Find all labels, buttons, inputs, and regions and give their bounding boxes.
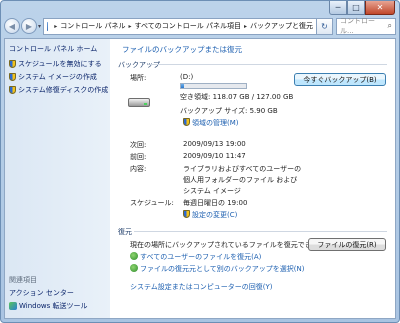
window: ─ □ ✕ ◀ ▶ ▾ ▸ コントロール パネル ▸ すべてのコントロール パネ… xyxy=(0,0,400,323)
disk-usage-bar xyxy=(180,83,247,89)
sidebar-item-label: システム イメージの作成 xyxy=(18,73,97,81)
drive-value: (D:) xyxy=(180,73,194,81)
search-input[interactable]: コントロール... ⌕ xyxy=(336,17,396,35)
breadcrumb-all-items[interactable]: すべてのコントロール パネル項目 xyxy=(135,21,241,31)
change-settings-link[interactable]: 設定の変更(C) xyxy=(183,210,237,220)
page-title: ファイルのバックアップまたは復元 xyxy=(122,45,242,54)
recover-system-link[interactable]: システム設定またはコンピューターの回復(Y) xyxy=(130,282,273,292)
related-header: 関連項目 xyxy=(9,276,37,284)
control-panel-home-link[interactable]: コントロール パネル ホーム xyxy=(9,44,97,54)
restore-section-title: 復元 xyxy=(118,228,132,236)
recent-pages-dropdown[interactable]: ▾ xyxy=(38,23,41,30)
shield-icon xyxy=(183,210,190,218)
main-panel: ファイルのバックアップまたは復元 バックアップ 場所: (D:) 今すぐバックア… xyxy=(110,39,395,318)
manage-space-link[interactable]: 領域の管理(M) xyxy=(183,118,239,128)
select-another-backup-label: ファイルの復元元として別のバックアップを選択(N) xyxy=(140,265,305,273)
restore-icon xyxy=(130,264,138,272)
sidebar-item-label: スケジュールを無効にする xyxy=(18,60,102,68)
restore-all-users-label: すべてのユーザーのファイルを復元(A) xyxy=(140,253,262,261)
shield-icon xyxy=(9,86,16,94)
action-center-link[interactable]: アクション センター xyxy=(9,288,74,298)
contents-line: システム イメージ xyxy=(183,187,241,195)
free-space-text: 空き領域: 118.07 GB / 127.00 GB xyxy=(180,93,294,101)
breadcrumb-backup-restore[interactable]: バックアップと復元 xyxy=(250,21,313,31)
next-backup-value: 2009/09/13 19:00 xyxy=(183,140,246,148)
content-area: コントロール パネル ホーム スケジュールを無効にする システム イメージの作成… xyxy=(4,38,396,319)
sidebar-item-create-repair-disc[interactable]: システム修復ディスクの作成 xyxy=(9,85,108,95)
shield-icon xyxy=(9,60,16,68)
last-backup-value: 2009/09/10 11:47 xyxy=(183,152,246,160)
sidebar-item-label: アクション センター xyxy=(9,289,74,297)
divider xyxy=(134,231,387,232)
contents-line: ライブラリおよびすべてのユーザーの xyxy=(183,165,302,173)
last-backup-label: 前回: xyxy=(130,153,147,161)
maximize-button[interactable]: □ xyxy=(347,1,365,15)
breadcrumb-separator[interactable]: ▸ xyxy=(129,23,132,30)
next-backup-label: 次回: xyxy=(130,141,147,149)
sidebar-item-label: システム修復ディスクの作成 xyxy=(18,86,109,94)
control-panel-icon xyxy=(47,21,49,31)
sidebar-item-label: Windows 転送ツール xyxy=(19,302,88,310)
sidebar: コントロール パネル ホーム スケジュールを無効にする システム イメージの作成… xyxy=(5,39,110,318)
navigation-bar: ◀ ▶ ▾ ▸ コントロール パネル ▸ すべてのコントロール パネル項目 ▸ … xyxy=(4,15,396,37)
location-label: 場所: xyxy=(130,74,147,82)
back-button[interactable]: ◀ xyxy=(4,18,20,34)
backup-size-text: バックアップ サイズ: 5.90 GB xyxy=(180,107,278,115)
refresh-button[interactable]: ↻ xyxy=(317,17,333,35)
breadcrumb-control-panel[interactable]: コントロール パネル xyxy=(60,21,125,31)
backup-now-button[interactable]: 今すぐバックアップ(B) xyxy=(294,73,386,86)
manage-space-label: 領域の管理(M) xyxy=(192,119,239,127)
windows-transfer-tool-link[interactable]: Windows 転送ツール xyxy=(9,301,87,311)
disk-usage-fill xyxy=(181,84,184,88)
shield-icon xyxy=(9,73,16,81)
caption-buttons: ─ □ ✕ xyxy=(329,1,395,15)
shield-icon xyxy=(183,118,190,126)
address-bar[interactable]: ▸ コントロール パネル ▸ すべてのコントロール パネル項目 ▸ バックアップ… xyxy=(43,17,317,35)
contents-line: 個人用フォルダーのファイル および xyxy=(183,176,298,184)
restore-files-button[interactable]: ファイルの復元(R) xyxy=(308,238,386,251)
contents-label: 内容: xyxy=(130,165,147,173)
hard-drive-icon xyxy=(128,95,150,109)
forward-button[interactable]: ▶ xyxy=(21,18,37,34)
schedule-value: 毎週日曜日の 19:00 xyxy=(183,199,248,207)
restore-icon xyxy=(130,252,138,260)
restore-description: 現在の場所にバックアップされているファイルを復元できます。 xyxy=(130,241,333,249)
backup-section-title: バックアップ xyxy=(118,61,160,69)
restore-all-users-link[interactable]: すべてのユーザーのファイルを復元(A) xyxy=(130,252,261,262)
minimize-button[interactable]: ─ xyxy=(329,1,347,15)
divider xyxy=(150,64,387,65)
close-button[interactable]: ✕ xyxy=(365,1,395,15)
breadcrumb-separator[interactable]: ▸ xyxy=(244,23,247,30)
schedule-label: スケジュール: xyxy=(130,199,174,207)
sidebar-item-disable-schedule[interactable]: スケジュールを無効にする xyxy=(9,59,102,69)
sidebar-item-create-system-image[interactable]: システム イメージの作成 xyxy=(9,72,97,82)
search-placeholder: コントロール... xyxy=(340,17,375,35)
select-another-backup-link[interactable]: ファイルの復元元として別のバックアップを選択(N) xyxy=(130,264,305,274)
transfer-icon xyxy=(9,302,17,310)
search-icon[interactable]: ⌕ xyxy=(388,21,392,31)
breadcrumb-separator[interactable]: ▸ xyxy=(54,23,57,30)
change-settings-label: 設定の変更(C) xyxy=(192,211,238,219)
